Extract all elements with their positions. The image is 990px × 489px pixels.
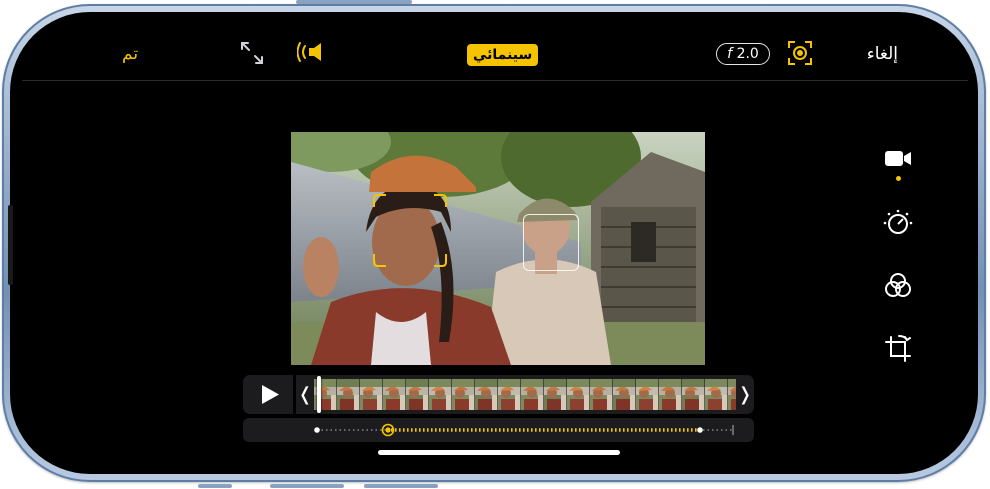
expand-icon[interactable] xyxy=(239,40,265,66)
frame-thumbnail xyxy=(337,379,360,410)
frame-thumbnail xyxy=(383,379,406,410)
aperture-button[interactable]: f 2.0 xyxy=(716,43,770,65)
frame-thumbnail xyxy=(613,379,636,410)
home-indicator[interactable] xyxy=(378,450,620,455)
video-camera-icon xyxy=(885,151,911,166)
frame-thumbnail xyxy=(705,379,728,410)
filters-tool[interactable] xyxy=(883,271,913,301)
cancel-button[interactable]: إلغاء xyxy=(867,44,898,64)
audio-icon[interactable] xyxy=(297,40,329,64)
adjust-dial-icon xyxy=(883,209,913,234)
top-toolbar: تم سينمائي f 2.0 إلغاء xyxy=(22,18,968,80)
focus-square-secondary[interactable] xyxy=(523,214,579,271)
volume-button xyxy=(296,0,412,4)
toolbar-divider xyxy=(22,80,968,81)
frame-thumbnail xyxy=(498,379,521,410)
trim-handle-right[interactable]: ❭ xyxy=(736,375,754,414)
frame-thumbnail xyxy=(659,379,682,410)
play-icon xyxy=(262,385,279,404)
frame-thumbnail xyxy=(590,379,613,410)
aperture-value: 2.0 xyxy=(736,46,759,62)
focus-track[interactable] xyxy=(243,418,754,442)
cinematic-badge: سينمائي xyxy=(467,44,539,66)
video-frame-image xyxy=(291,132,705,365)
frame-thumbnail xyxy=(544,379,567,410)
timeline-scrubber[interactable]: ❬ ❭ xyxy=(243,375,754,414)
focus-mode-icon[interactable] xyxy=(787,40,813,66)
frame-thumbnail xyxy=(360,379,383,410)
crop-tool[interactable] xyxy=(883,334,913,364)
frame-thumbnail xyxy=(728,379,736,410)
frame-thumbnail xyxy=(636,379,659,410)
trim-handle-left[interactable]: ❬ xyxy=(296,375,314,414)
side-button xyxy=(364,484,438,488)
frame-thumbnail xyxy=(406,379,429,410)
side-button xyxy=(270,484,344,488)
focus-square-subject[interactable] xyxy=(372,193,448,268)
play-button[interactable] xyxy=(243,375,293,414)
done-button[interactable]: تم xyxy=(122,44,138,64)
frame-thumbnail xyxy=(429,379,452,410)
side-button xyxy=(198,484,232,488)
video-tool[interactable] xyxy=(883,146,913,181)
aperture-prefix: f xyxy=(727,46,733,62)
adjust-tool[interactable] xyxy=(883,209,913,239)
frame-thumbnail xyxy=(475,379,498,410)
active-indicator xyxy=(896,176,901,181)
video-preview[interactable] xyxy=(291,132,705,365)
frame-strip[interactable] xyxy=(314,379,736,410)
frame-thumbnail xyxy=(452,379,475,410)
screen: تم سينمائي f 2.0 إلغاء ❬ ❭ xyxy=(22,18,968,471)
frame-thumbnail xyxy=(521,379,544,410)
frame-thumbnail xyxy=(567,379,590,410)
filters-icon xyxy=(885,273,911,297)
playhead[interactable] xyxy=(317,376,321,413)
frame-thumbnail xyxy=(682,379,705,410)
crop-rotate-icon xyxy=(885,335,911,362)
focus-track-graphic xyxy=(314,423,734,437)
speaker-grille xyxy=(8,205,13,285)
